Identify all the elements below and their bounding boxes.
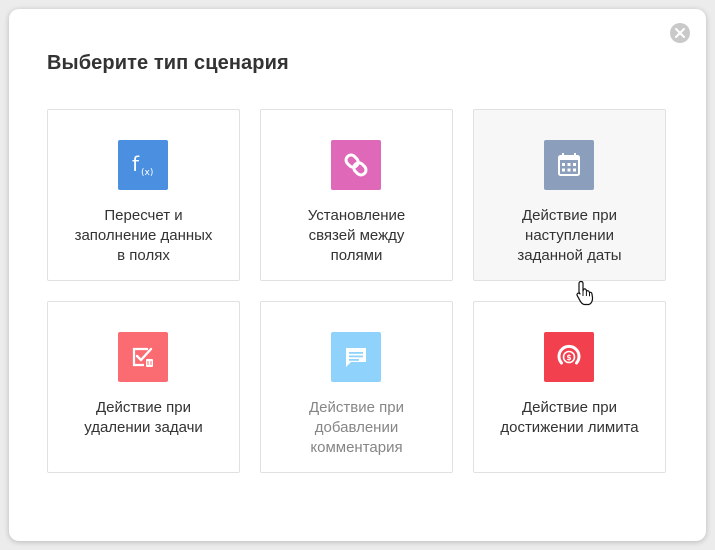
scenario-card-label: Установление связей между полями	[307, 207, 406, 264]
svg-text:f: f	[132, 152, 140, 176]
calendar-icon	[544, 140, 594, 190]
svg-text:$: $	[566, 353, 571, 362]
dialog-title: Выберите тип сценария	[47, 52, 289, 74]
scenario-card-links[interactable]: Установление связей между полями	[260, 109, 453, 281]
task-delete-icon	[118, 332, 168, 382]
limit-icon: $	[544, 332, 594, 382]
scenario-card-limit[interactable]: $ Действие при достижении лимита	[473, 301, 666, 473]
scenario-card-label: Действие при наступлении заданной даты	[517, 207, 622, 264]
scenario-card-task-deletion[interactable]: Действие при удалении задачи	[47, 301, 240, 473]
scenario-card-label: Действие при добавлении комментария	[309, 399, 404, 456]
scenario-card-label: Действие при достижении лимита	[500, 399, 639, 436]
close-button[interactable]	[670, 23, 690, 43]
scenario-type-dialog: Выберите тип сценария f (x) Пересчет и з…	[9, 9, 706, 541]
comment-icon	[331, 332, 381, 382]
link-icon	[331, 140, 381, 190]
scenario-card-label: Действие при удалении задачи	[84, 399, 203, 436]
close-icon	[675, 28, 685, 38]
svg-text:(x): (x)	[141, 168, 153, 178]
scenario-card-label: Пересчет и заполнение данных в полях	[74, 207, 213, 264]
scenario-card-comment[interactable]: Действие при добавлении комментария	[260, 301, 453, 473]
scenario-card-date[interactable]: Действие при наступлении заданной даты	[473, 109, 666, 281]
scenario-card-recalculation[interactable]: f (x) Пересчет и заполнение данных в пол…	[47, 109, 240, 281]
function-icon: f (x)	[118, 140, 168, 190]
